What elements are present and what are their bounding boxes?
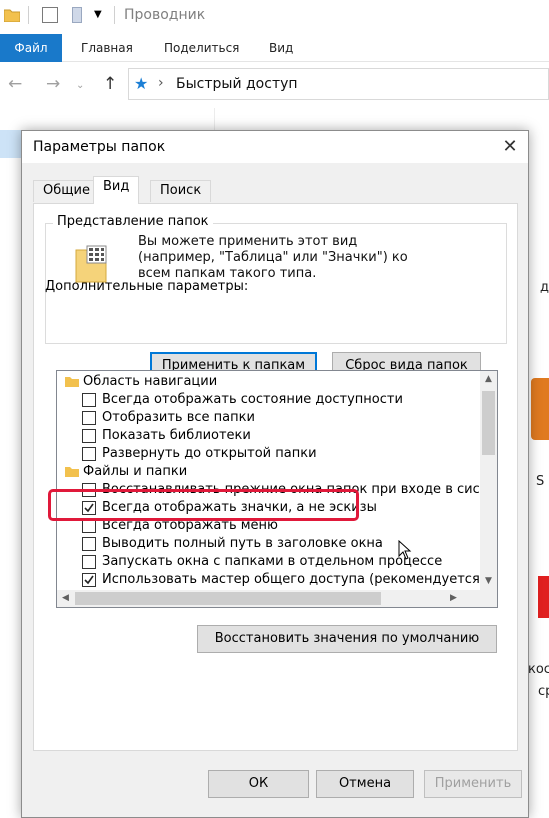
address-text[interactable]: Быстрый доступ bbox=[176, 76, 298, 92]
chevron-right-icon[interactable]: › bbox=[158, 75, 164, 91]
cancel-button[interactable]: Отмена bbox=[316, 770, 414, 798]
customize-quick-access-icon[interactable]: ▼ bbox=[94, 9, 102, 20]
bg-thumbnail bbox=[531, 378, 549, 440]
scroll-thumb[interactable] bbox=[75, 592, 381, 605]
horizontal-scrollbar[interactable]: ◀ ▶ bbox=[57, 590, 497, 607]
bg-fragment: д bbox=[540, 280, 549, 295]
folder-view-description: Вы можете применить этот вид (например, … bbox=[138, 234, 408, 281]
new-folder-icon[interactable] bbox=[72, 7, 82, 23]
bg-fragment: кос bbox=[528, 662, 549, 677]
checkbox[interactable] bbox=[82, 555, 96, 569]
scroll-up-icon[interactable]: ▲ bbox=[480, 371, 497, 388]
tab-search[interactable]: Поиск bbox=[150, 180, 212, 202]
tab-share[interactable]: Поделиться bbox=[164, 34, 239, 62]
bg-fragment: S bbox=[536, 474, 545, 489]
advanced-settings-label: Дополнительные параметры: bbox=[45, 279, 249, 294]
close-icon[interactable]: ✕ bbox=[498, 135, 522, 159]
folder-icon bbox=[65, 467, 79, 477]
tab-view[interactable]: Вид bbox=[93, 176, 140, 204]
window-title: Проводник bbox=[124, 7, 206, 23]
scroll-right-icon[interactable]: ▶ bbox=[445, 590, 462, 607]
separator bbox=[28, 6, 29, 24]
checkbox[interactable] bbox=[82, 447, 96, 461]
bg-fragment: ср bbox=[538, 684, 549, 699]
quick-access-star-icon: ★ bbox=[134, 74, 149, 93]
vertical-scrollbar[interactable]: ▲ ▼ bbox=[480, 371, 497, 590]
bg-thumbnail bbox=[538, 576, 549, 618]
tab-general[interactable]: Общие bbox=[33, 180, 100, 202]
folder-view-group-title: Представление папок bbox=[53, 214, 213, 229]
highlight-frame bbox=[48, 489, 359, 521]
back-arrow-icon[interactable]: ← bbox=[8, 74, 22, 94]
tab-file[interactable]: Файл bbox=[0, 34, 62, 62]
explorer-titlebar: ▼ Проводник bbox=[0, 0, 549, 34]
recent-locations-icon[interactable]: ⌄ bbox=[76, 80, 84, 91]
folder-icon bbox=[4, 9, 20, 22]
folder-view-icon bbox=[75, 245, 107, 283]
forward-arrow-icon[interactable]: → bbox=[46, 74, 60, 94]
folder-icon bbox=[65, 377, 79, 387]
checkbox[interactable] bbox=[82, 411, 96, 425]
tab-view[interactable]: Вид bbox=[269, 34, 293, 62]
checkbox[interactable] bbox=[82, 537, 96, 551]
dialog-title: Параметры папок bbox=[33, 139, 166, 155]
ribbon-tabs: Файл Главная Поделиться Вид bbox=[0, 34, 549, 62]
ok-button[interactable]: ОК bbox=[208, 770, 309, 798]
up-arrow-icon[interactable]: ↑ bbox=[103, 74, 117, 94]
scroll-thumb[interactable] bbox=[482, 391, 495, 455]
checkbox[interactable] bbox=[82, 393, 96, 407]
checkbox-checked[interactable] bbox=[82, 573, 96, 587]
properties-icon[interactable] bbox=[42, 7, 58, 23]
folder-options-dialog: Параметры папок ✕ Общие Вид Поиск Предст… bbox=[21, 130, 529, 818]
checkbox[interactable] bbox=[82, 519, 96, 533]
restore-defaults-button[interactable]: Восстановить значения по умолчанию bbox=[197, 625, 497, 653]
scroll-left-icon[interactable]: ◀ bbox=[57, 590, 74, 607]
scroll-down-icon[interactable]: ▼ bbox=[480, 573, 497, 590]
dialog-titlebar: Параметры папок ✕ bbox=[22, 131, 528, 163]
mouse-cursor-icon bbox=[398, 540, 412, 560]
separator bbox=[114, 6, 115, 24]
tab-home[interactable]: Главная bbox=[81, 34, 133, 62]
apply-button[interactable]: Применить bbox=[424, 770, 522, 798]
checkbox[interactable] bbox=[82, 429, 96, 443]
